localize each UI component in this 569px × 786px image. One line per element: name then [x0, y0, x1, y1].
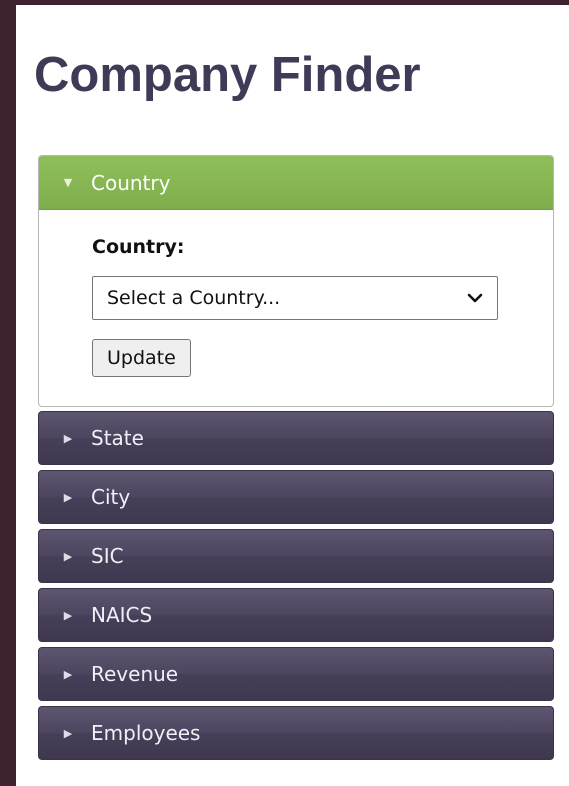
country-select[interactable]: Select a Country...	[92, 276, 498, 320]
accordion-header-revenue[interactable]: ▶ Revenue	[38, 647, 554, 701]
accordion-header-sic[interactable]: ▶ SIC	[38, 529, 554, 583]
filter-accordion: ▼ Country Country: Select a Country... U…	[38, 155, 554, 765]
accordion-header-label: State	[91, 426, 144, 450]
accordion-header-employees[interactable]: ▶ Employees	[38, 706, 554, 760]
triangle-right-icon: ▶	[63, 431, 73, 445]
accordion-header-state[interactable]: ▶ State	[38, 411, 554, 465]
accordion-header-label: Revenue	[91, 662, 179, 686]
triangle-right-icon: ▶	[63, 549, 73, 563]
page-title: Company Finder	[34, 48, 421, 102]
accordion-header-naics[interactable]: ▶ NAICS	[38, 588, 554, 642]
update-button[interactable]: Update	[92, 339, 191, 377]
accordion-header-label: City	[91, 485, 131, 509]
page-content: Company Finder ▼ Country Country: Select…	[16, 5, 569, 786]
accordion-header-label: NAICS	[91, 603, 153, 627]
country-select-value: Select a Country...	[107, 287, 281, 309]
accordion-section-country: ▼ Country Country: Select a Country... U…	[38, 155, 554, 407]
accordion-header-label: Country	[91, 170, 171, 195]
chevron-down-icon	[467, 293, 483, 303]
accordion-header-country[interactable]: ▼ Country	[39, 156, 553, 210]
triangle-right-icon: ▶	[63, 490, 73, 504]
accordion-header-label: SIC	[91, 544, 124, 568]
triangle-right-icon: ▶	[63, 667, 73, 681]
accordion-header-city[interactable]: ▶ City	[38, 470, 554, 524]
triangle-right-icon: ▶	[63, 726, 73, 740]
accordion-header-label: Employees	[91, 721, 201, 745]
accordion-body-country: Country: Select a Country... Update	[39, 210, 553, 406]
country-field-label: Country:	[92, 236, 185, 258]
triangle-right-icon: ▶	[63, 608, 73, 622]
triangle-down-icon: ▼	[63, 176, 73, 189]
